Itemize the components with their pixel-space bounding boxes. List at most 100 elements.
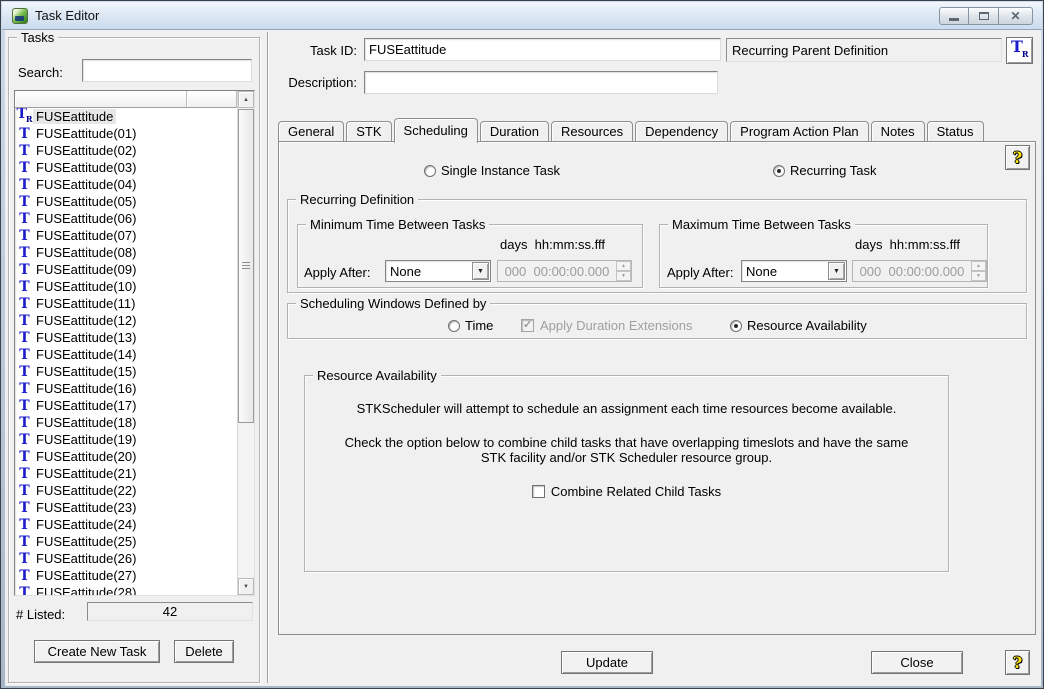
task-list-rows: TRFUSEattitudeTFUSEattitude(01)TFUSEatti… [16, 108, 237, 595]
combine-child-tasks-checkbox[interactable] [532, 485, 545, 498]
task-list-item[interactable]: TFUSEattitude(01) [16, 125, 237, 142]
task-list-item[interactable]: TFUSEattitude(25) [16, 533, 237, 550]
task-list-item[interactable]: TFUSEattitude(22) [16, 482, 237, 499]
task-list-item[interactable]: TFUSEattitude(16) [16, 380, 237, 397]
dropdown-arrow-icon[interactable]: ▼ [828, 262, 845, 280]
tab-resources[interactable]: Resources [551, 121, 633, 142]
scroll-up-button[interactable]: ▲ [238, 91, 254, 108]
task-list-item[interactable]: TFUSEattitude(02) [16, 142, 237, 159]
resource-availability-radio[interactable] [730, 320, 742, 332]
max-apply-after-label: Apply After: [667, 265, 733, 280]
tab-scheduling[interactable]: Scheduling [394, 118, 478, 143]
task-icon: T [16, 552, 33, 566]
task-icon: T [16, 195, 33, 209]
minimize-button[interactable] [939, 7, 969, 25]
task-list: TRFUSEattitudeTFUSEattitude(01)TFUSEatti… [14, 90, 255, 596]
minimize-icon [949, 18, 959, 21]
task-list-item[interactable]: TFUSEattitude(26) [16, 550, 237, 567]
update-button[interactable]: Update [561, 651, 653, 674]
task-list-item[interactable]: TFUSEattitude(15) [16, 363, 237, 380]
task-list-item[interactable]: TFUSEattitude(19) [16, 431, 237, 448]
task-list-header-column2[interactable] [187, 91, 237, 108]
task-label: FUSEattitude(14) [33, 347, 139, 362]
min-apply-after-dropdown[interactable]: None ▼ [385, 260, 491, 282]
tab-program-action-plan[interactable]: Program Action Plan [730, 121, 869, 142]
task-list-item[interactable]: TFUSEattitude(09) [16, 261, 237, 278]
task-icon: T [16, 586, 33, 596]
task-list-item[interactable]: TFUSEattitude(08) [16, 244, 237, 261]
task-list-header-column1[interactable] [15, 91, 187, 108]
task-label: FUSEattitude(27) [33, 568, 139, 583]
dropdown-arrow-icon[interactable]: ▼ [472, 262, 489, 280]
close-button[interactable]: ✕ [999, 7, 1033, 25]
time-radio[interactable] [448, 320, 460, 332]
task-icon: T [16, 161, 33, 175]
recurring-definition-label: Recurring Definition [296, 192, 418, 207]
task-list-item[interactable]: TFUSEattitude(06) [16, 210, 237, 227]
max-time-spinner: 000 00:00:00.000 ▲▼ [852, 260, 987, 282]
task-list-item[interactable]: TFUSEattitude(12) [16, 312, 237, 329]
task-list-scrollbar[interactable]: ▲ ▼ [237, 91, 254, 595]
create-new-task-button[interactable]: Create New Task [34, 640, 160, 663]
description-label: Description: [281, 75, 357, 90]
task-list-item[interactable]: TRFUSEattitude [16, 108, 237, 125]
delete-button[interactable]: Delete [174, 640, 234, 663]
search-input[interactable] [82, 59, 252, 82]
task-label: FUSEattitude(11) [33, 296, 138, 311]
task-list-item[interactable]: TFUSEattitude(14) [16, 346, 237, 363]
maximum-time-label: Maximum Time Between Tasks [668, 217, 855, 232]
scrollbar-thumb[interactable] [238, 109, 254, 423]
task-label: FUSEattitude(08) [33, 245, 139, 260]
recurring-task-radio[interactable] [773, 165, 785, 177]
task-label: FUSEattitude [33, 109, 116, 124]
max-apply-after-dropdown[interactable]: None ▼ [741, 260, 847, 282]
task-list-item[interactable]: TFUSEattitude(28) [16, 584, 237, 595]
tab-general[interactable]: General [278, 121, 344, 142]
help-button-top[interactable]: ? [1005, 145, 1030, 170]
spinner-down-icon: ▼ [616, 271, 631, 281]
maximize-button[interactable] [969, 7, 999, 25]
task-list-item[interactable]: TFUSEattitude(24) [16, 516, 237, 533]
task-icon: T [16, 535, 33, 549]
task-list-item[interactable]: TFUSEattitude(04) [16, 176, 237, 193]
task-list-item[interactable]: TFUSEattitude(17) [16, 397, 237, 414]
help-button-bottom[interactable]: ? [1005, 650, 1030, 675]
task-icon: T [16, 331, 33, 345]
description-input[interactable] [364, 71, 718, 94]
task-id-input[interactable] [364, 38, 721, 61]
task-list-header [15, 91, 237, 108]
task-icon: T [16, 348, 33, 362]
close-dialog-button[interactable]: Close [871, 651, 963, 674]
task-list-item[interactable]: TFUSEattitude(13) [16, 329, 237, 346]
task-icon: T [16, 450, 33, 464]
task-list-item[interactable]: TFUSEattitude(18) [16, 414, 237, 431]
tab-duration[interactable]: Duration [480, 121, 549, 142]
tab-status[interactable]: Status [927, 121, 984, 142]
tasks-group-label: Tasks [17, 30, 58, 45]
task-list-item[interactable]: TFUSEattitude(03) [16, 159, 237, 176]
task-label: FUSEattitude(17) [33, 398, 139, 413]
task-icon: T [16, 314, 33, 328]
apply-duration-checkbox[interactable] [521, 319, 534, 332]
scroll-down-icon: ▼ [243, 584, 249, 590]
tab-dependency[interactable]: Dependency [635, 121, 728, 142]
task-list-item[interactable]: TFUSEattitude(05) [16, 193, 237, 210]
maximize-icon [979, 12, 989, 20]
task-label: FUSEattitude(04) [33, 177, 139, 192]
single-instance-radio[interactable] [424, 165, 436, 177]
recurring-task-label: Recurring Task [790, 163, 876, 178]
task-list-item[interactable]: TFUSEattitude(20) [16, 448, 237, 465]
task-list-item[interactable]: TFUSEattitude(21) [16, 465, 237, 482]
parent-definition-field: Recurring Parent Definition [726, 38, 1002, 62]
task-icon: T [16, 501, 33, 515]
task-list-item[interactable]: TFUSEattitude(11) [16, 295, 237, 312]
task-list-item[interactable]: TFUSEattitude(10) [16, 278, 237, 295]
minimum-time-groupbox: Minimum Time Between Tasks days hh:mm:ss… [297, 224, 643, 288]
task-list-item[interactable]: TFUSEattitude(07) [16, 227, 237, 244]
task-list-item[interactable]: TFUSEattitude(27) [16, 567, 237, 584]
tab-notes[interactable]: Notes [871, 121, 925, 142]
scroll-down-button[interactable]: ▼ [238, 578, 254, 595]
recurring-parent-icon: TR [1011, 40, 1028, 60]
tab-stk[interactable]: STK [346, 121, 391, 142]
task-list-item[interactable]: TFUSEattitude(23) [16, 499, 237, 516]
